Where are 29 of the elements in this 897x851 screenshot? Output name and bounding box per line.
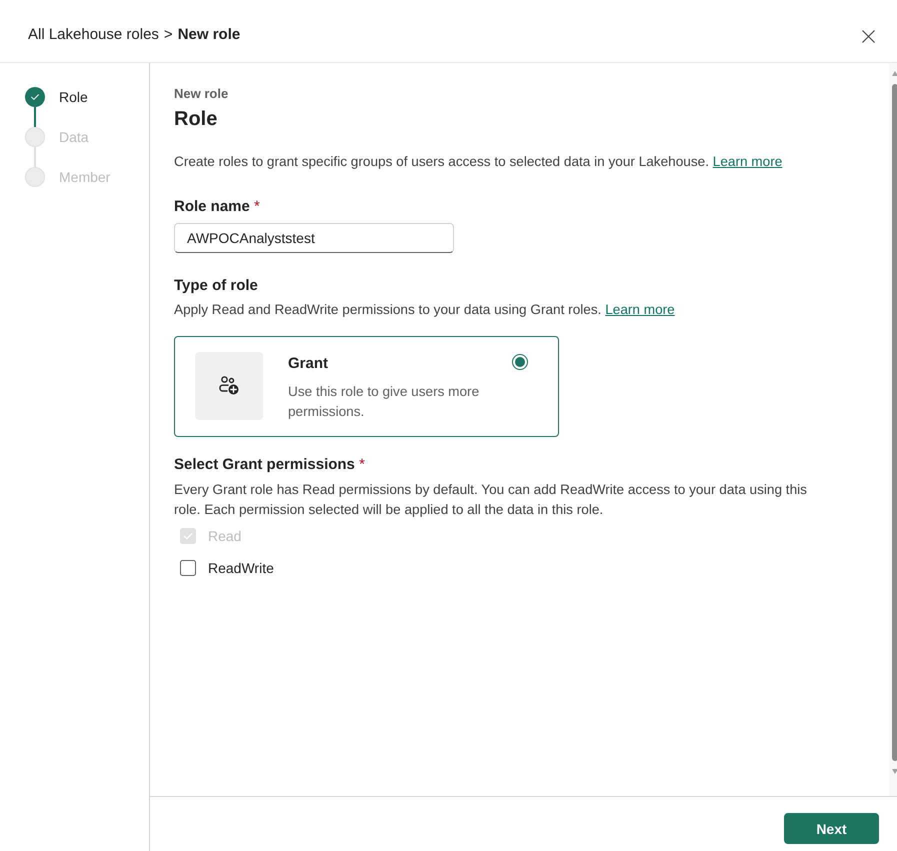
page-caption: New role	[174, 85, 228, 103]
learn-more-link[interactable]: Learn more	[605, 302, 675, 317]
page-title: Role	[174, 107, 218, 132]
option-description: Use this role to give users more permissions.	[288, 383, 480, 421]
role-option-card[interactable]: Grant Use this role to give users more permissions.	[174, 336, 559, 437]
step-connector	[34, 107, 36, 127]
breadcrumb-current: New role	[178, 26, 240, 42]
section-heading: Type of role	[174, 276, 258, 296]
checkbox[interactable]	[180, 560, 196, 576]
section-heading: Select Grant permissions *	[174, 455, 365, 475]
field-label: Role name *	[174, 197, 260, 217]
people-add-icon	[195, 352, 263, 420]
checkbox-label: Read	[208, 528, 242, 544]
step-label: Data	[59, 129, 89, 145]
section-description: Apply Read and ReadWrite permissions to your data using Grant roles. Learn more	[174, 301, 675, 319]
learn-more-link[interactable]: Learn more	[712, 154, 782, 169]
breadcrumb-link[interactable]: All Lakehouse roles	[28, 26, 159, 42]
primary-button[interactable]: Next	[784, 813, 879, 844]
scrollbar[interactable]	[889, 63, 897, 796]
checkbox-label: ReadWrite	[208, 560, 274, 576]
step-label: Role	[59, 89, 88, 105]
breadcrumb-separator: >	[164, 26, 173, 42]
close-icon	[862, 30, 874, 42]
option-title: Grant	[288, 354, 330, 374]
radio-button[interactable]	[512, 354, 528, 370]
role-name-field[interactable]: AWPOCAnalyststest	[174, 223, 454, 253]
section-description: Every Grant role has Read permissions by default. You can add ReadWrite access to your data using this role. Each permission selected will be applied to all the data in this role.	[174, 481, 808, 519]
step-label: Member	[59, 169, 110, 185]
intro-text: Create roles to grant specific groups of users access to selected data in your Lakehouse. Learn more	[174, 153, 782, 171]
